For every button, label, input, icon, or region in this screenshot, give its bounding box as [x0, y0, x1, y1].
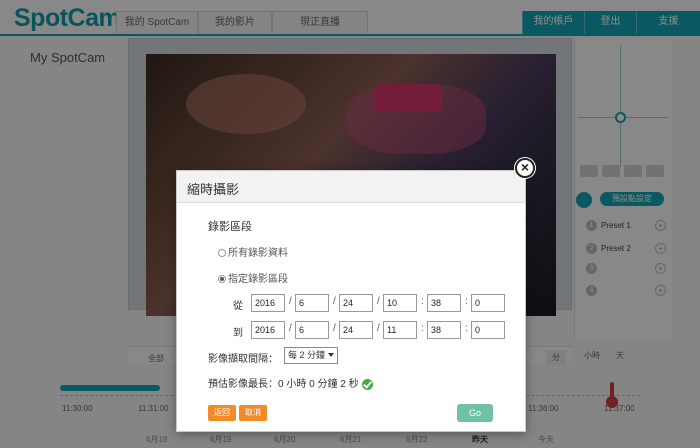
separator: :: [421, 296, 424, 307]
separator: /: [289, 296, 292, 307]
separator: /: [377, 296, 380, 307]
separator: :: [465, 323, 468, 334]
section-title: 錄影區段: [208, 221, 252, 233]
dialog-body: 錄影區段 所有錄影資料 指定錄影區段 從 2016 / 6 / 24 / 10 …: [177, 204, 525, 433]
from-minute-field[interactable]: 38: [427, 294, 461, 312]
chevron-down-icon: [328, 353, 334, 357]
to-year-field[interactable]: 2016: [251, 321, 285, 339]
to-month-field[interactable]: 6: [295, 321, 329, 339]
separator: :: [421, 323, 424, 334]
estimate-text: 預估影像最長：0 小時 0 分鐘 2 秒: [208, 379, 359, 390]
from-hour-field[interactable]: 10: [383, 294, 417, 312]
radio-all-recordings[interactable]: 所有錄影資料: [218, 244, 288, 259]
to-second-field[interactable]: 0: [471, 321, 505, 339]
from-month-field[interactable]: 6: [295, 294, 329, 312]
to-day-field[interactable]: 24: [339, 321, 373, 339]
close-button[interactable]: ×: [515, 158, 535, 178]
separator: /: [377, 323, 380, 334]
timelapse-dialog: 縮時攝影 錄影區段 所有錄影資料 指定錄影區段 從 2016 / 6 / 24 …: [176, 170, 526, 432]
dialog-header: 縮時攝影: [177, 171, 525, 203]
interval-label: 影像擷取間隔：: [208, 354, 278, 365]
back-button[interactable]: 返回: [208, 405, 236, 421]
to-minute-field[interactable]: 38: [427, 321, 461, 339]
estimate-row: 預估影像最長：0 小時 0 分鐘 2 秒: [208, 375, 373, 390]
dialog-title: 縮時攝影: [187, 182, 240, 197]
separator: /: [333, 323, 336, 334]
check-icon: [361, 378, 373, 390]
radio-icon[interactable]: [218, 275, 226, 284]
separator: /: [289, 323, 292, 334]
interval-select[interactable]: 每 2 分鐘: [284, 347, 338, 364]
separator: :: [465, 296, 468, 307]
from-day-field[interactable]: 24: [339, 294, 373, 312]
from-year-field[interactable]: 2016: [251, 294, 285, 312]
interval-row: 影像擷取間隔： 每 2 分鐘: [208, 347, 338, 365]
radio-specific-range[interactable]: 指定錄影區段: [218, 270, 288, 285]
cancel-button[interactable]: 取消: [239, 405, 267, 421]
from-second-field[interactable]: 0: [471, 294, 505, 312]
close-icon: ×: [520, 159, 530, 175]
from-label: 從: [233, 301, 243, 312]
to-hour-field[interactable]: 11: [383, 321, 417, 339]
go-button[interactable]: Go: [457, 404, 493, 422]
to-label: 到: [233, 328, 243, 339]
separator: /: [333, 296, 336, 307]
radio-icon[interactable]: [218, 249, 226, 258]
radio-label: 所有錄影資料: [228, 248, 288, 259]
interval-value: 每 2 分鐘: [288, 350, 326, 360]
radio-label: 指定錄影區段: [228, 274, 288, 285]
